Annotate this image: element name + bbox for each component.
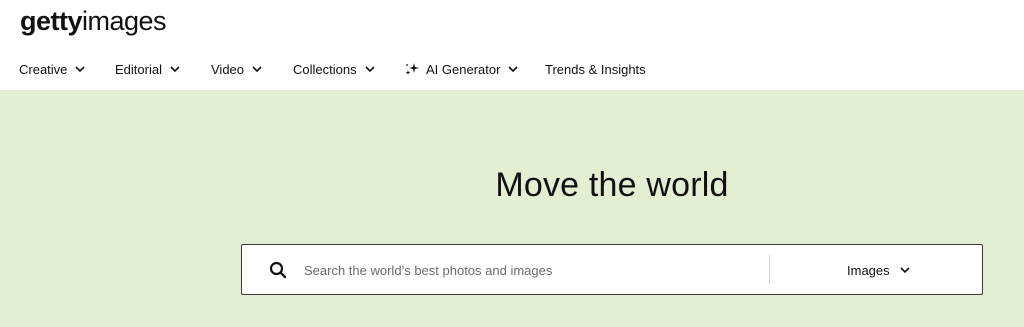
media-type-label: Images xyxy=(847,262,890,278)
nav-item-label: Video xyxy=(211,61,245,77)
nav-item-editorial[interactable]: Editorial xyxy=(115,56,180,82)
logo-bold-text: getty xyxy=(20,6,83,36)
hero-headline: Move the world xyxy=(495,166,729,204)
nav-item-video[interactable]: Video xyxy=(211,56,262,82)
chevron-down-icon xyxy=(252,64,262,74)
getty-images-logo[interactable]: gettyimages xyxy=(20,4,167,38)
nav-item-collections[interactable]: Collections xyxy=(293,56,375,82)
nav-item-label: Trends & Insights xyxy=(545,61,646,77)
nav-item-trends-insights[interactable]: Trends & Insights xyxy=(545,56,646,82)
nav-item-ai-generator[interactable]: AI Generator xyxy=(404,56,519,82)
nav-item-creative[interactable]: Creative xyxy=(19,56,85,82)
nav-item-label: Creative xyxy=(19,61,68,77)
chevron-down-icon xyxy=(170,64,180,74)
media-type-select[interactable]: Images xyxy=(847,257,910,283)
search-bar: Images xyxy=(241,244,983,295)
main-nav: Creative Editorial Video Collections AI … xyxy=(0,56,1024,82)
search-divider xyxy=(769,255,770,284)
nav-item-label: Collections xyxy=(293,61,357,77)
chevron-down-icon xyxy=(508,64,519,74)
nav-item-label: AI Generator xyxy=(426,61,501,77)
chevron-down-icon xyxy=(75,64,85,74)
sparkle-icon xyxy=(404,61,420,77)
nav-item-label: Editorial xyxy=(115,61,162,77)
site-header: gettyimages Creative Editorial Video Col… xyxy=(0,0,1024,90)
chevron-down-icon xyxy=(365,64,375,74)
chevron-down-icon xyxy=(900,266,910,274)
hero-section: Move the world Images xyxy=(0,90,1024,327)
search-input[interactable] xyxy=(304,257,744,283)
logo-light-text: images xyxy=(82,6,167,36)
search-icon[interactable] xyxy=(269,261,287,279)
